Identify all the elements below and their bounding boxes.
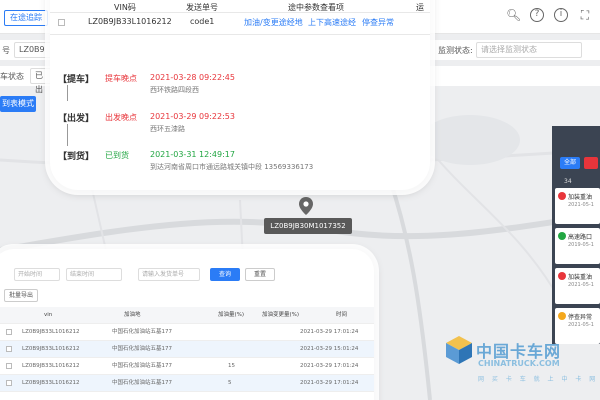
tracking-tab-button[interactable]: 在途追踪 xyxy=(4,10,48,26)
fullscreen-icon[interactable]: ⛶ xyxy=(578,8,592,22)
alert-item[interactable]: 高速路口 2019-05-1 xyxy=(555,228,600,264)
status-dot xyxy=(558,272,566,280)
vehicle-status-label: 车状态 xyxy=(0,72,24,81)
cell-time: 2021-03-29 17:01:24 xyxy=(300,363,359,369)
help-icon[interactable]: ? xyxy=(530,8,544,22)
map-pin-icon[interactable] xyxy=(299,197,313,215)
cell-place: 中国石化加油站五基177 xyxy=(112,380,172,386)
filter-all-button[interactable]: 全部 xyxy=(560,157,580,169)
cube-logo-icon xyxy=(446,336,472,364)
table-row[interactable]: LZ0B9JB33L1016212 中国石化加油站五基177 2021-03-29 … xyxy=(0,324,374,341)
status-dot xyxy=(558,232,566,240)
highway-link[interactable]: 上下高速途经 xyxy=(308,17,356,28)
watermark-sub: 网 买 卡 车 就 上 中 卡 网 xyxy=(478,376,599,383)
divider xyxy=(50,34,430,35)
row-checkbox[interactable] xyxy=(58,19,65,26)
alert-title: 停查异常 xyxy=(568,314,593,321)
end-time-input[interactable]: 结束时间 xyxy=(66,268,122,281)
col-amount: 加油量(%) xyxy=(218,312,245,318)
batch-export-button[interactable]: 批量导出 xyxy=(4,289,38,302)
list-mode-button[interactable]: 到表模式 xyxy=(0,96,36,112)
col-place: 加油地 xyxy=(124,312,141,318)
timeline-detail-depart: 西环五漆路 xyxy=(150,125,185,133)
reset-button[interactable]: 重置 xyxy=(245,268,275,281)
timeline-status-depart: 出发晚点 xyxy=(105,113,137,122)
table-row[interactable]: LZ0B9JB33L1016212 中国石化加油站五基177 2021-03-29 … xyxy=(0,341,374,358)
status-dot xyxy=(558,192,566,200)
fuel-record-popup: 开始时间 结束时间 请输入发货单号 查询 重置 批量导出 vin 加油地 加油量… xyxy=(0,249,374,400)
chinatruck-watermark: 中国卡车网 CHINATRUCK.COM 网 买 卡 车 就 上 中 卡 网 xyxy=(438,326,600,400)
fuel-change-link[interactable]: 加油/变更途经地 xyxy=(244,17,303,28)
alert-time: 2021-05-1 xyxy=(568,202,594,208)
header-icons: 🔍︎ ? i ⛶ xyxy=(506,8,592,22)
filter-alert-button[interactable] xyxy=(584,157,598,169)
search-icon[interactable]: 🔍︎ xyxy=(506,8,521,22)
table-header-row: vin 加油地 加油量(%) 加油变更量(%) 时间 xyxy=(0,307,374,324)
info-icon[interactable]: i xyxy=(554,8,568,22)
fuel-record-table: vin 加油地 加油量(%) 加油变更量(%) 时间 LZ0B9JB33L101… xyxy=(0,307,374,392)
timeline-time-arrive: 2021-03-31 12:49:17 xyxy=(150,150,235,159)
alert-item[interactable]: 加装重油 2021-05-1 xyxy=(555,188,600,224)
timeline-connector xyxy=(67,124,68,146)
timeline-status-pickup: 提车晚点 xyxy=(105,74,137,83)
vehicle-detail-popup: VIN码 发送单号 途中参数查看项 运 LZ0B9JB33L1016212 co… xyxy=(50,0,430,190)
cell-place: 中国石化加油站五基177 xyxy=(112,363,172,369)
query-button[interactable]: 查询 xyxy=(210,268,240,281)
cell-vin: LZ0B9JB33L1016212 xyxy=(22,380,80,386)
cell-time: 2021-03-29 15:01:24 xyxy=(300,346,359,352)
timeline-connector xyxy=(67,85,68,101)
cell-amount: 15 xyxy=(228,363,235,369)
timeline-tag-arrive: 【到货】 xyxy=(58,152,95,162)
alert-time: 2021-05-1 xyxy=(568,282,594,288)
divider xyxy=(50,12,430,13)
vin-filter-input[interactable]: LZ0B9 xyxy=(14,42,54,58)
status-dot xyxy=(558,312,566,320)
start-time-input[interactable]: 开始时间 xyxy=(14,268,60,281)
row-checkbox[interactable] xyxy=(6,329,12,335)
timeline-detail-pickup: 西环铁路四段西 xyxy=(150,86,199,94)
alert-time: 2019-05-1 xyxy=(568,242,594,248)
col-time: 时间 xyxy=(336,312,348,318)
col-change: 加油变更量(%) xyxy=(262,312,300,318)
timeline-time-depart: 2021-03-29 09:22:53 xyxy=(150,112,235,121)
vin-cell: LZ0B9JB33L1016212 xyxy=(88,17,172,26)
timeline-status-arrive: 已到货 xyxy=(105,151,129,160)
timeline-tag-pickup: 【提车】 xyxy=(58,75,95,85)
alert-count: 34 xyxy=(564,178,572,185)
row-checkbox[interactable] xyxy=(6,363,12,369)
monitor-status-select[interactable]: 请选择监测状态 xyxy=(476,42,582,58)
alert-item[interactable]: 加装重油 2021-05-1 xyxy=(555,268,600,304)
cell-place: 中国石化加油站五基177 xyxy=(112,346,172,352)
alert-title: 加装重油 xyxy=(568,194,593,201)
cell-place: 中国石化加油站五基177 xyxy=(112,329,172,335)
right-alert-panel: 全部 34 加装重油 2021-05-1 高速路口 2019-05-1 加装重油 2021… xyxy=(552,126,600,344)
timeline-tag-depart: 【出发】 xyxy=(58,114,95,124)
row-checkbox[interactable] xyxy=(6,380,12,386)
vehicle-marker-label[interactable]: LZ0B9JB30M1017352 xyxy=(264,218,352,234)
alert-title: 加装重油 xyxy=(568,274,593,281)
col-vin: vin xyxy=(44,312,53,318)
table-row[interactable]: LZ0B9JB33L1016212 中国石化加油站五基177 15 2021-03-2… xyxy=(0,358,374,375)
row-checkbox[interactable] xyxy=(6,346,12,352)
vin-filter-label: 号 xyxy=(2,46,10,55)
timeline-time-pickup: 2021-03-28 09:22:45 xyxy=(150,73,235,82)
stop-anomaly-link[interactable]: 停查异常 xyxy=(362,17,394,28)
cell-vin: LZ0B9JB33L1016212 xyxy=(22,329,80,335)
alert-title: 高速路口 xyxy=(568,234,593,241)
monitor-status-label: 监测状态: xyxy=(438,46,473,55)
cell-vin: LZ0B9JB33L1016212 xyxy=(22,346,80,352)
cell-vin: LZ0B9JB33L1016212 xyxy=(22,363,80,369)
cell-time: 2021-03-29 17:01:24 xyxy=(300,329,359,335)
cell-amount: 5 xyxy=(228,380,232,386)
timeline-detail-arrive: 到达河南省周口市通远路城关镇中段 13569336173 xyxy=(150,163,314,171)
cell-time: 2021-03-29 17:01:24 xyxy=(300,380,359,386)
order-number-input[interactable]: 请输入发货单号 xyxy=(138,268,200,281)
table-body: LZ0B9JB33L1016212 中国石化加油站五基177 2021-03-29 … xyxy=(0,324,374,392)
table-row[interactable]: LZ0B9JB33L1016212 中国石化加油站五基177 5 2021-03-29… xyxy=(0,375,374,392)
watermark-en: CHINATRUCK.COM xyxy=(478,359,560,368)
order-cell: code1 xyxy=(190,17,215,26)
